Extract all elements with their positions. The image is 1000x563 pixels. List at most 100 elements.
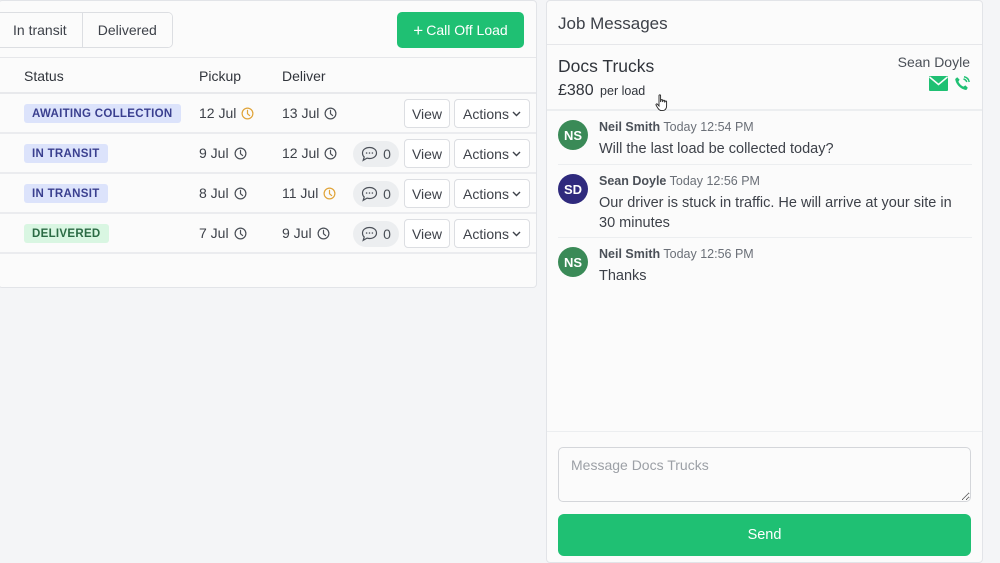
table-row: IN TRANSIT 8 Jul 11 Jul 0 View Actions xyxy=(0,174,536,214)
avatar: SD xyxy=(558,174,588,204)
call-off-load-label: Call Off Load xyxy=(426,22,508,38)
price-unit: per load xyxy=(600,84,646,98)
status-badge: DELIVERED xyxy=(24,224,109,243)
clock-icon xyxy=(234,187,247,199)
view-button[interactable]: View xyxy=(404,179,450,208)
chevron-down-icon xyxy=(512,151,521,156)
jobs-toolbar: In transit Delivered + Call Off Load xyxy=(0,1,536,58)
table-footer-row xyxy=(0,254,536,288)
avatar: NS xyxy=(558,120,588,150)
message-time: Today 12:56 PM xyxy=(663,247,754,261)
deliver-date-text: 12 Jul xyxy=(282,145,320,161)
filter-in-transit[interactable]: In transit xyxy=(0,13,82,47)
table-header: Status Pickup Deliver xyxy=(0,58,536,94)
pickup-date: 12 Jul xyxy=(199,105,254,121)
filter-delivered[interactable]: Delivered xyxy=(81,13,172,47)
message-count-button[interactable]: 0 xyxy=(353,221,399,247)
email-icon[interactable] xyxy=(929,76,948,91)
message-count: 0 xyxy=(383,186,391,202)
clock-icon xyxy=(241,107,254,119)
message-count-button[interactable]: 0 xyxy=(353,141,399,167)
table-row: DELIVERED 7 Jul 9 Jul 0 View Actions xyxy=(0,214,536,254)
actions-label: Actions xyxy=(463,145,509,162)
view-button[interactable]: View xyxy=(404,139,450,168)
message-author: Sean Doyle xyxy=(599,174,667,188)
message-meta: Sean Doyle Today 12:56 PM xyxy=(599,174,760,188)
pickup-date: 7 Jul xyxy=(199,225,247,241)
table-row: AWAITING COLLECTION 12 Jul 13 Jul View Actio… xyxy=(0,94,536,134)
message-time: Today 12:54 PM xyxy=(663,120,754,134)
clock-icon xyxy=(323,187,336,199)
actions-dropdown[interactable]: Actions xyxy=(454,219,530,248)
view-button[interactable]: View xyxy=(404,219,450,248)
chat-bubble-icon xyxy=(361,186,378,202)
avatar: NS xyxy=(558,247,588,277)
message-divider xyxy=(558,237,972,238)
column-header-pickup: Pickup xyxy=(199,68,242,84)
deliver-date-text: 13 Jul xyxy=(282,105,320,121)
pickup-date: 9 Jul xyxy=(199,145,247,161)
table-row: IN TRANSIT 9 Jul 12 Jul 0 View Actions xyxy=(0,134,536,174)
message-meta: Neil Smith Today 12:54 PM xyxy=(599,120,754,134)
actions-label: Actions xyxy=(463,105,509,122)
contact-actions xyxy=(929,76,970,92)
jobs-panel: In transit Delivered + Call Off Load Sta… xyxy=(0,0,537,288)
deliver-date: 11 Jul xyxy=(282,185,336,201)
phone-icon[interactable] xyxy=(954,76,970,92)
message-count-button[interactable]: 0 xyxy=(353,181,399,207)
pickup-date-text: 7 Jul xyxy=(199,225,229,241)
clock-icon xyxy=(324,147,337,159)
pickup-date-text: 8 Jul xyxy=(199,185,229,201)
clock-icon xyxy=(317,227,330,239)
pickup-date-text: 9 Jul xyxy=(199,145,229,161)
message-count: 0 xyxy=(383,146,391,162)
company-name: Docs Trucks xyxy=(558,56,655,76)
column-header-status: Status xyxy=(24,68,64,84)
deliver-date-text: 11 Jul xyxy=(282,185,319,201)
chevron-down-icon xyxy=(512,191,521,196)
deliver-date: 13 Jul xyxy=(282,105,337,121)
actions-label: Actions xyxy=(463,185,509,202)
call-off-load-button[interactable]: + Call Off Load xyxy=(397,12,524,48)
hand-cursor-icon xyxy=(655,94,668,112)
message-author: Neil Smith xyxy=(599,120,661,134)
message-count: 0 xyxy=(383,226,391,242)
price-value: £380 xyxy=(558,82,594,99)
chevron-down-icon xyxy=(512,111,521,116)
message-meta: Neil Smith Today 12:56 PM xyxy=(599,247,754,261)
message-time: Today 12:56 PM xyxy=(669,174,760,188)
pickup-date: 8 Jul xyxy=(199,185,247,201)
actions-label: Actions xyxy=(463,225,509,242)
actions-dropdown[interactable]: Actions xyxy=(454,99,530,128)
chat-bubble-icon xyxy=(361,226,378,242)
deliver-date: 9 Jul xyxy=(282,225,330,241)
view-button[interactable]: View xyxy=(404,99,450,128)
send-button[interactable]: Send xyxy=(558,514,971,556)
status-badge: AWAITING COLLECTION xyxy=(24,104,181,123)
deliver-date-text: 9 Jul xyxy=(282,225,312,241)
status-filter-group: In transit Delivered xyxy=(0,12,173,48)
deliver-date: 12 Jul xyxy=(282,145,337,161)
clock-icon xyxy=(234,147,247,159)
panel-title: Job Messages xyxy=(558,14,668,33)
job-messages-panel: Job Messages Docs Trucks £380 per load S… xyxy=(546,0,983,563)
contact-name: Sean Doyle xyxy=(897,54,970,70)
message-input[interactable] xyxy=(558,447,971,502)
message-text: Will the last load be collected today? xyxy=(599,141,834,157)
divider xyxy=(547,109,982,111)
status-badge: IN TRANSIT xyxy=(24,184,108,203)
message-text: Thanks xyxy=(599,268,647,284)
divider xyxy=(547,431,982,432)
message-divider xyxy=(558,164,972,165)
actions-dropdown[interactable]: Actions xyxy=(454,139,530,168)
message-text: Our driver is stuck in traffic. He will … xyxy=(599,195,952,231)
clock-icon xyxy=(234,227,247,239)
column-header-deliver: Deliver xyxy=(282,68,326,84)
pickup-date-text: 12 Jul xyxy=(199,105,237,121)
plus-icon: + xyxy=(413,20,424,40)
message-author: Neil Smith xyxy=(599,247,661,261)
chat-bubble-icon xyxy=(361,146,378,162)
price: £380 per load xyxy=(558,82,645,100)
actions-dropdown[interactable]: Actions xyxy=(454,179,530,208)
status-badge: IN TRANSIT xyxy=(24,144,108,163)
